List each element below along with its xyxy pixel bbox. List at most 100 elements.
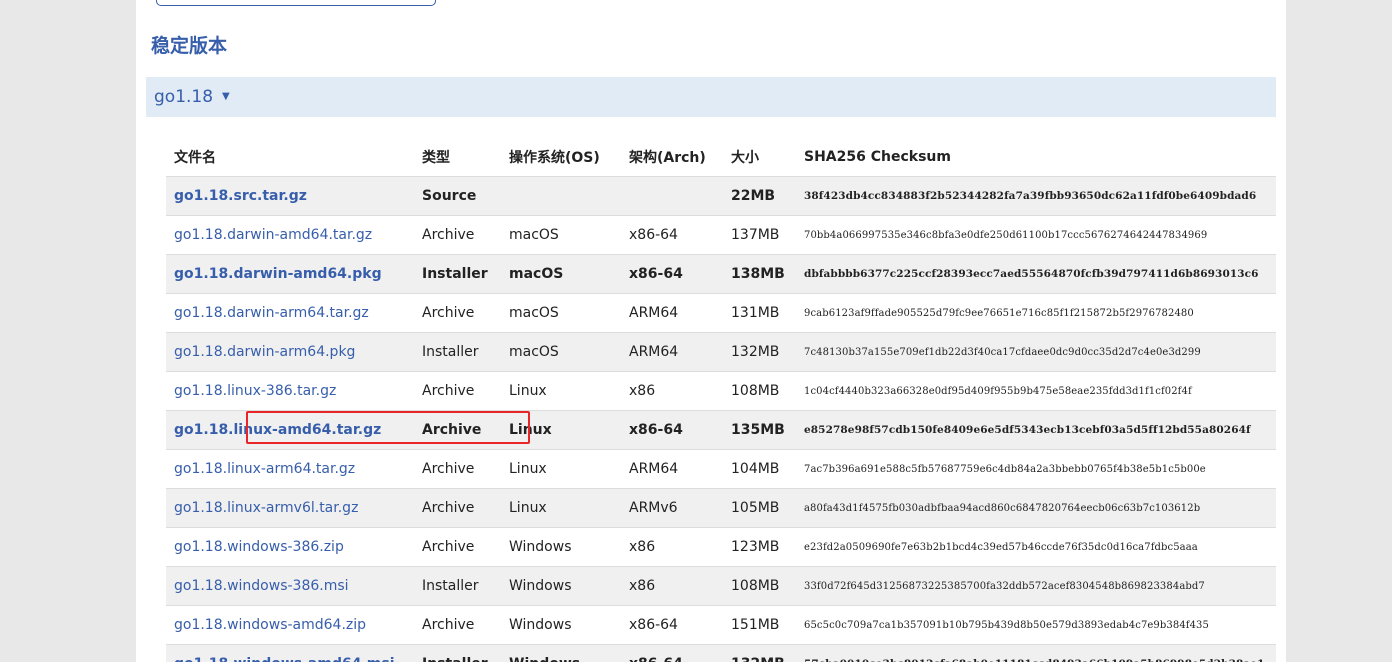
downloads-table: 文件名 类型 操作系统(OS) 架构(Arch) 大小 SHA256 Check… <box>166 138 1276 662</box>
cell-checksum: 65c5c0c709a7ca1b357091b10b795b439d8b50e5… <box>796 605 1276 645</box>
table-row: go1.18.windows-386.msi Installer Windows x8… <box>166 566 1276 606</box>
download-link[interactable]: go1.18.src.tar.gz <box>174 188 307 204</box>
cell-filename: go1.18.darwin-arm64.pkg <box>166 332 414 372</box>
cell-arch: x86-64 <box>621 410 723 450</box>
cell-filename: go1.18.darwin-amd64.tar.gz <box>166 215 414 255</box>
download-link[interactable]: go1.18.linux-armv6l.tar.gz <box>174 500 358 516</box>
cell-checksum: 57cba0010ce3bc8012cfa68ab0e11181ccd8493a… <box>796 644 1276 662</box>
cell-filename: go1.18.linux-386.tar.gz <box>166 371 414 411</box>
table-header-row: 文件名 类型 操作系统(OS) 架构(Arch) 大小 SHA256 Check… <box>166 138 1276 177</box>
cell-size: 108MB <box>723 371 796 411</box>
cell-filename: go1.18.darwin-amd64.pkg <box>166 254 414 294</box>
download-link[interactable]: go1.18.darwin-arm64.tar.gz <box>174 305 369 321</box>
table-row: go1.18.linux-armv6l.tar.gz Archive Linux AR… <box>166 488 1276 528</box>
cell-os: macOS <box>501 332 621 372</box>
header-checksum: SHA256 Checksum <box>804 149 951 165</box>
download-link[interactable]: go1.18.windows-amd64.msi <box>174 656 395 662</box>
table-row: go1.18.darwin-amd64.tar.gz Archive macOS x8… <box>166 215 1276 255</box>
cell-arch: ARM64 <box>621 293 723 333</box>
version-label: go1.18 <box>154 87 214 107</box>
download-link[interactable]: go1.18.darwin-amd64.pkg <box>174 266 382 282</box>
cell-kind: Archive <box>414 527 501 567</box>
table-row: go1.18.linux-386.tar.gz Archive Linux x86 10… <box>166 371 1276 411</box>
cell-filename: go1.18.src.tar.gz <box>166 176 414 216</box>
cell-size: 104MB <box>723 449 796 489</box>
cell-os: Linux <box>501 410 621 450</box>
version-toggle-go1-18[interactable]: go1.18 ▼ <box>146 77 1276 117</box>
cell-os: Windows <box>501 527 621 567</box>
header-size: 大小 <box>731 150 759 166</box>
cell-arch: x86-64 <box>621 254 723 294</box>
cell-checksum: e85278e98f57cdb150fe8409e6e5df5343ecb13c… <box>796 410 1276 450</box>
cell-kind: Installer <box>414 254 501 294</box>
table-row: go1.18.linux-arm64.tar.gz Archive Linux ARM… <box>166 449 1276 489</box>
cell-kind: Archive <box>414 371 501 411</box>
download-link[interactable]: go1.18.linux-amd64.tar.gz <box>174 422 381 438</box>
cell-arch: ARM64 <box>621 449 723 489</box>
cell-kind: Archive <box>414 410 501 450</box>
cell-filename: go1.18.darwin-arm64.tar.gz <box>166 293 414 333</box>
cell-filename: go1.18.linux-armv6l.tar.gz <box>166 488 414 528</box>
cell-arch: x86-64 <box>621 215 723 255</box>
download-link[interactable]: go1.18.linux-arm64.tar.gz <box>174 461 355 477</box>
section-title-stable: 稳定版本 <box>151 35 228 57</box>
download-link[interactable]: go1.18.linux-386.tar.gz <box>174 383 336 399</box>
download-link[interactable]: go1.18.windows-386.zip <box>174 539 344 555</box>
table-row: go1.18.darwin-arm64.pkg Installer macOS ARM… <box>166 332 1276 372</box>
header-kind: 类型 <box>422 150 450 166</box>
cell-checksum: 33f0d72f645d31256873225385700fa32ddb572a… <box>796 566 1276 606</box>
cell-checksum: 7ac7b396a691e588c5fb57687759e6c4db84a2a3… <box>796 449 1276 489</box>
download-link[interactable]: go1.18.darwin-amd64.tar.gz <box>174 227 372 243</box>
cell-checksum: 1c04cf4440b323a66328e0df95d409f955b9b475… <box>796 371 1276 411</box>
cell-size: 151MB <box>723 605 796 645</box>
cell-size: 105MB <box>723 488 796 528</box>
cell-checksum: a80fa43d1f4575fb030adbfbaa94acd860c68478… <box>796 488 1276 528</box>
downloads-table-body: go1.18.src.tar.gz Source 22MB 38f423db4cc83… <box>166 176 1276 662</box>
cell-filename: go1.18.windows-386.msi <box>166 566 414 606</box>
cell-arch: ARM64 <box>621 332 723 372</box>
cell-filename: go1.18.linux-arm64.tar.gz <box>166 449 414 489</box>
cell-kind: Archive <box>414 488 501 528</box>
header-os: 操作系统(OS) <box>509 150 600 166</box>
cell-arch: x86-64 <box>621 605 723 645</box>
download-link[interactable]: go1.18.darwin-arm64.pkg <box>174 344 355 360</box>
cell-arch <box>621 176 723 216</box>
cell-kind: Archive <box>414 449 501 489</box>
cell-os: Linux <box>501 371 621 411</box>
cell-size: 108MB <box>723 566 796 606</box>
table-row: go1.18.darwin-amd64.pkg Installer macOS x86… <box>166 254 1276 294</box>
cell-kind: Installer <box>414 644 501 662</box>
cell-kind: Archive <box>414 293 501 333</box>
header-filename: 文件名 <box>174 150 216 166</box>
cell-arch: x86-64 <box>621 644 723 662</box>
cell-os: macOS <box>501 215 621 255</box>
header-arch: 架构(Arch) <box>629 150 706 166</box>
cell-checksum: 70bb4a066997535e346c8bfa3e0dfe250d61100b… <box>796 215 1276 255</box>
cell-size: 132MB <box>723 644 796 662</box>
cell-os: macOS <box>501 254 621 294</box>
cell-checksum: 7c48130b37a155e709ef1db22d3f40ca17cfdaee… <box>796 332 1276 372</box>
download-link[interactable]: go1.18.windows-386.msi <box>174 578 349 594</box>
download-link[interactable]: go1.18.windows-amd64.zip <box>174 617 366 633</box>
cell-filename: go1.18.linux-amd64.tar.gz <box>166 410 414 450</box>
table-row: go1.18.windows-386.zip Archive Windows x86 1… <box>166 527 1276 567</box>
cell-kind: Installer <box>414 566 501 606</box>
table-row: go1.18.linux-amd64.tar.gz Archive Linux x86… <box>166 410 1276 450</box>
cell-size: 132MB <box>723 332 796 372</box>
table-row: go1.18.darwin-arm64.tar.gz Archive macOS AR… <box>166 293 1276 333</box>
cell-size: 22MB <box>723 176 796 216</box>
cell-kind: Source <box>414 176 501 216</box>
top-input-box[interactable] <box>156 0 436 6</box>
table-row: go1.18.windows-amd64.msi InstallerWindows… <box>166 644 1276 662</box>
cell-size: 138MB <box>723 254 796 294</box>
cell-kind: Installer <box>414 332 501 372</box>
table-row: go1.18.src.tar.gz Source 22MB 38f423db4cc83… <box>166 176 1276 216</box>
cell-arch: ARMv6 <box>621 488 723 528</box>
cell-size: 135MB <box>723 410 796 450</box>
cell-os: macOS <box>501 293 621 333</box>
cell-arch: x86 <box>621 566 723 606</box>
cell-kind: Archive <box>414 605 501 645</box>
cell-os: Windows <box>501 566 621 606</box>
cell-checksum: 9cab6123af9ffade905525d79fc9ee76651e716c… <box>796 293 1276 333</box>
cell-size: 123MB <box>723 527 796 567</box>
